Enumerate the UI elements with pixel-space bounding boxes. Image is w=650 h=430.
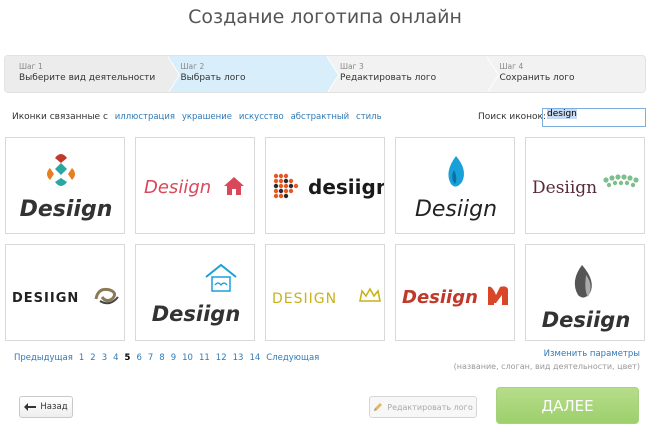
tag-link[interactable]: украшение bbox=[182, 112, 232, 122]
flame-drop-icon bbox=[448, 156, 464, 187]
back-button[interactable]: Назад bbox=[19, 396, 73, 418]
page-link[interactable]: 4 bbox=[113, 353, 118, 363]
next-button[interactable]: ДАЛЕЕ bbox=[496, 387, 639, 424]
page-link[interactable]: 11 bbox=[199, 353, 210, 363]
step-3[interactable]: Шаг 3 Редактировать лого bbox=[326, 56, 499, 92]
arrow-left-icon bbox=[24, 403, 37, 411]
logo-tile[interactable]: Desiign bbox=[395, 137, 515, 234]
step-label: Выбрать лого bbox=[180, 73, 246, 83]
ornament-icon: Desiign bbox=[20, 154, 113, 222]
edit-logo-label: Редактировать лого bbox=[387, 402, 473, 412]
step-label: Сохранить лого bbox=[499, 73, 575, 83]
tag-link[interactable]: стиль bbox=[356, 112, 382, 122]
page-link[interactable]: 14 bbox=[249, 353, 260, 363]
house-icon bbox=[224, 177, 244, 195]
change-params-hint: (название, слоган, вид деятельности, цве… bbox=[453, 362, 640, 371]
logo-text: Desiign bbox=[402, 287, 478, 308]
related-tags: Иконки связанные с иллюстрация украшение… bbox=[12, 112, 382, 122]
letter-n-icon bbox=[488, 286, 508, 305]
logo-tile[interactable]: Desiign bbox=[135, 137, 255, 234]
pencil-icon bbox=[374, 403, 383, 411]
logo-tile[interactable]: Desiign bbox=[5, 137, 125, 234]
back-button-label: Назад bbox=[40, 402, 68, 412]
step-number: Шаг 3 bbox=[340, 62, 364, 71]
dots-grid-icon bbox=[273, 173, 299, 199]
step-2[interactable]: Шаг 2 Выбрать лого bbox=[166, 56, 339, 92]
logo-grid: Desiign Desiign desiign Desiign Desiign … bbox=[5, 137, 645, 341]
page-link[interactable]: 1 bbox=[79, 353, 84, 363]
related-tags-label: Иконки связанные с bbox=[12, 112, 108, 122]
current-page: 5 bbox=[124, 353, 131, 363]
step-label: Выберите вид деятельности bbox=[19, 73, 156, 83]
logo-text: Desiign bbox=[415, 197, 497, 222]
tag-link[interactable]: иллюстрация bbox=[115, 112, 175, 122]
search-value: design bbox=[547, 109, 577, 119]
step-number: Шаг 4 bbox=[499, 62, 524, 71]
pagination: Предыдущая 1 2 3 4 5 6 7 8 9 10 11 12 13… bbox=[14, 353, 325, 363]
page-link[interactable]: 3 bbox=[102, 353, 107, 363]
page-link[interactable]: 13 bbox=[233, 353, 244, 363]
page-link[interactable]: 9 bbox=[171, 353, 176, 363]
page-link[interactable]: 10 bbox=[182, 353, 193, 363]
logo-tile[interactable]: DESIIGN bbox=[5, 244, 125, 341]
page-title: Создание логотипа онлайн bbox=[188, 6, 462, 28]
steps-bar: Шаг 1 Выберите вид деятельности Шаг 2 Вы… bbox=[4, 55, 646, 93]
page-link[interactable]: 8 bbox=[159, 353, 164, 363]
page-link[interactable]: 6 bbox=[136, 353, 141, 363]
logo-text: Desiign bbox=[20, 197, 113, 222]
logo-text: Desiign bbox=[152, 302, 241, 326]
search-label: Поиск иконок: bbox=[478, 112, 547, 122]
flame-grey-icon bbox=[574, 265, 592, 298]
page-link[interactable]: 7 bbox=[148, 353, 153, 363]
step-1[interactable]: Шаг 1 Выберите вид деятельности bbox=[5, 56, 180, 92]
logo-tile[interactable]: Desiign bbox=[525, 244, 645, 341]
logo-tile[interactable]: desiign bbox=[265, 137, 385, 234]
logo-text: desiign bbox=[308, 175, 385, 199]
logo-text: Desiign bbox=[532, 178, 597, 198]
crown-icon bbox=[359, 287, 381, 302]
logo-text: Desiign bbox=[144, 177, 211, 198]
change-params-link[interactable]: Изменить параметры bbox=[544, 349, 640, 359]
logo-text: DESIIGN bbox=[12, 291, 79, 306]
swirl-icon bbox=[94, 287, 119, 305]
logo-text: DESIIGN bbox=[272, 291, 337, 307]
tag-link[interactable]: абстрактный bbox=[291, 112, 350, 122]
next-page-link[interactable]: Следующая bbox=[266, 353, 319, 363]
logo-tile[interactable]: Desiign bbox=[135, 244, 255, 341]
logo-tile[interactable]: DESIIGN bbox=[265, 244, 385, 341]
edit-logo-button[interactable]: Редактировать лого bbox=[369, 396, 477, 418]
step-number: Шаг 2 bbox=[180, 62, 205, 71]
roof-icon bbox=[205, 263, 237, 292]
page-link[interactable]: 2 bbox=[90, 353, 95, 363]
page-link[interactable]: 12 bbox=[216, 353, 227, 363]
prev-page-link[interactable]: Предыдущая bbox=[14, 353, 73, 363]
logo-tile[interactable]: Desiign bbox=[525, 137, 645, 234]
beads-icon bbox=[603, 174, 639, 188]
step-4[interactable]: Шаг 4 Сохранить лого bbox=[485, 56, 645, 92]
logo-tile[interactable]: Desiign bbox=[395, 244, 515, 341]
step-label: Редактировать лого bbox=[340, 73, 437, 83]
logo-text: Desiign bbox=[542, 308, 631, 332]
search-input[interactable]: design bbox=[542, 108, 646, 127]
step-number: Шаг 1 bbox=[19, 62, 43, 71]
tag-link[interactable]: искусство bbox=[239, 112, 284, 122]
